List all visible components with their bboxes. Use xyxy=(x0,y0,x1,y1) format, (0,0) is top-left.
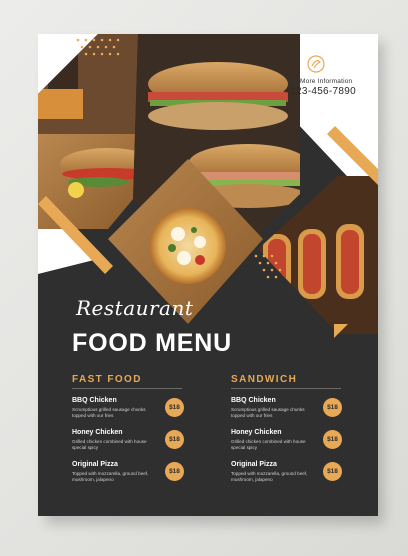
menu-item-name: BBQ Chicken xyxy=(231,397,276,404)
menu-item-name: BBQ Chicken xyxy=(72,397,117,404)
section-divider xyxy=(72,388,182,389)
section-divider xyxy=(231,388,341,389)
price-badge: $18 xyxy=(165,398,184,417)
script-title: Restaurant xyxy=(76,296,194,320)
price-badge: $18 xyxy=(323,462,342,481)
menu-item-desc: Topped with mozzarella, ground beef, mus… xyxy=(231,471,308,482)
menu-item-desc: Grilled chicken combined with house spec… xyxy=(72,439,147,450)
price-badge: $18 xyxy=(323,398,342,417)
menu-flyer: For More Information +123-456-7890 Resta… xyxy=(38,34,378,516)
phone-number: +123-456-7890 xyxy=(283,86,356,97)
menu-item-name: Honey Chicken xyxy=(72,429,123,436)
main-title: FOOD MENU xyxy=(72,329,232,357)
info-label: For More Information xyxy=(287,78,353,85)
menu-item-desc: Scrumptious grilled sausage chunks toppe… xyxy=(72,407,146,418)
menu-item-desc: Topped with mozzarella, ground beef, mus… xyxy=(72,471,149,482)
price-badge: $18 xyxy=(323,430,342,449)
section-title-fast-food: FAST FOOD xyxy=(72,374,142,385)
menu-item-desc: Scrumptious grilled sausage chunks toppe… xyxy=(231,407,305,418)
restaurant-logo-icon xyxy=(307,55,325,73)
price-badge: $18 xyxy=(165,430,184,449)
menu-item-name: Honey Chicken xyxy=(231,429,282,436)
menu-item-name: Original Pizza xyxy=(231,461,277,468)
price-badge: $18 xyxy=(165,462,184,481)
menu-item-name: Original Pizza xyxy=(72,461,118,468)
menu-item-desc: Grilled chicken combined with house spec… xyxy=(231,439,306,450)
section-title-sandwich: SANDWICH xyxy=(231,374,298,385)
